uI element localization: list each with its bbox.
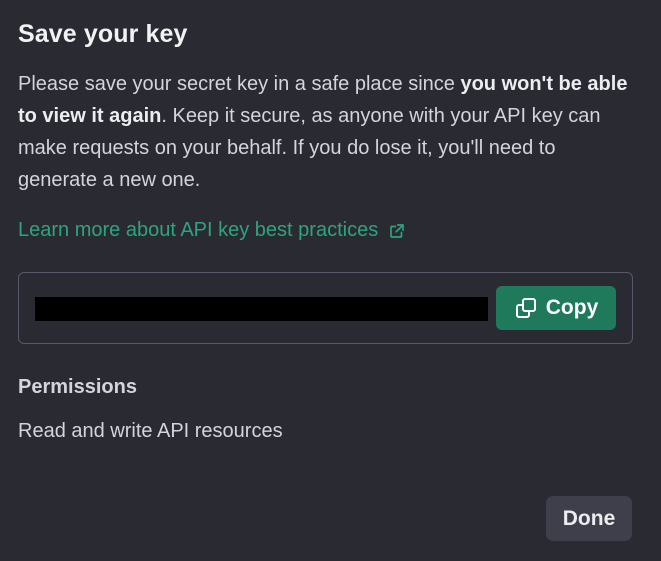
permissions-heading: Permissions	[18, 376, 137, 398]
dialog-title: Save your key	[18, 20, 188, 48]
learn-more-label: Learn more about API key best practices	[18, 219, 379, 241]
permissions-value: Read and write API resources	[18, 420, 283, 442]
external-link-icon	[390, 223, 405, 238]
learn-more-link[interactable]: Learn more about API key best practices	[18, 219, 406, 242]
dialog-description: Please save your secret key in a safe pl…	[18, 68, 633, 196]
done-button[interactable]: Done	[546, 496, 632, 541]
secret-key-box: Copy	[18, 272, 633, 344]
copy-icon	[515, 298, 536, 318]
save-key-dialog: Save your key Please save your secret ke…	[0, 0, 661, 561]
copy-button-label: Copy	[545, 296, 599, 319]
copy-button[interactable]: Copy	[496, 286, 616, 330]
secret-key-value[interactable]	[35, 297, 488, 321]
description-part-1: Please save your secret key in a safe pl…	[18, 73, 461, 95]
